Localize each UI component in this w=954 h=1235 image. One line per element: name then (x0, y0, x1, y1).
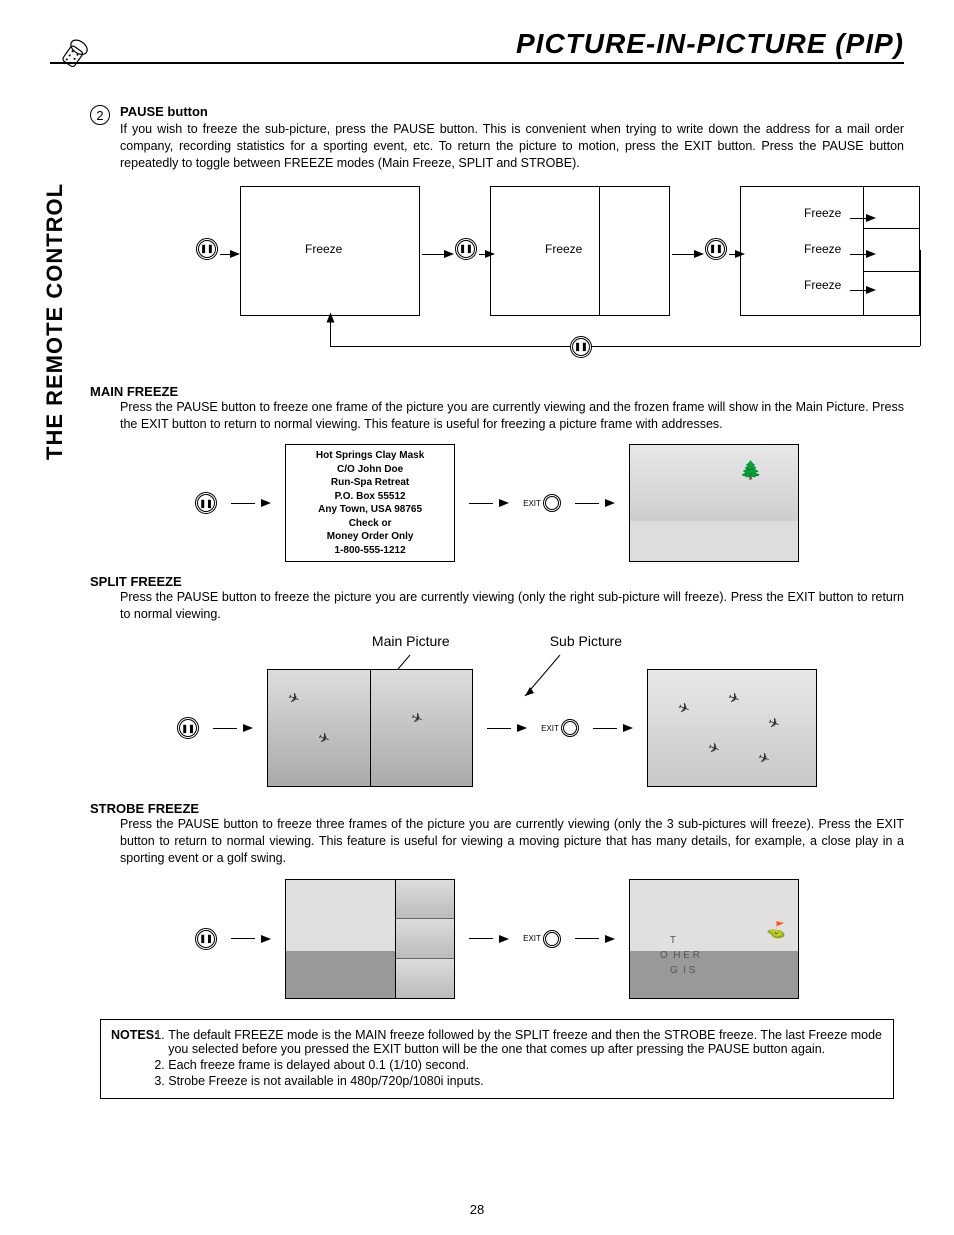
pause-icon: ❚❚ (196, 238, 218, 260)
notes-label: NOTES: (111, 1028, 158, 1042)
note-item: The default FREEZE mode is the MAIN free… (168, 1028, 883, 1056)
step-number: 2 (90, 105, 110, 125)
split-frame: ✈✈ ✈ (267, 669, 473, 787)
scene-frame: 🌲 🌲 🌲 (629, 444, 799, 562)
strobe-main (285, 879, 395, 999)
page-number: 28 (0, 1202, 954, 1217)
note-item: Each freeze frame is delayed about 0.1 (… (168, 1058, 883, 1072)
freeze-label: Freeze (545, 242, 582, 256)
pause-icon: ❚❚ (455, 238, 477, 260)
brand-logo (50, 28, 100, 81)
strobe-subframes (395, 879, 455, 999)
strobe-freeze-title: STROBE FREEZE (90, 801, 904, 816)
page-title: PICTURE-IN-PICTURE (PIP) (50, 28, 904, 64)
step-body: If you wish to freeze the sub-picture, p… (120, 121, 904, 172)
pause-icon: ❚❚ (705, 238, 727, 260)
freeze-label: Freeze (804, 278, 841, 292)
strobe-freeze-figure: ❚❚ EXIT T O H E R G I S ⛳ (90, 879, 904, 999)
scene-frame: ✈ ✈ ✈ ✈ ✈ (647, 669, 817, 787)
split-freeze-body: Press the PAUSE button to freeze the pic… (120, 589, 904, 623)
pause-icon: ❚❚ (570, 336, 592, 358)
main-freeze-figure: ❚❚ Hot Springs Clay Mask C/O John Doe Ru… (90, 444, 904, 562)
pause-icon: ❚❚ (195, 492, 217, 514)
exit-icon: EXIT (523, 930, 561, 948)
notes-box: NOTES: The default FREEZE mode is the MA… (100, 1019, 894, 1099)
main-picture-label: Main Picture (372, 633, 450, 649)
exit-icon: EXIT (523, 494, 561, 512)
main-freeze-title: MAIN FREEZE (90, 384, 904, 399)
freeze-label: Freeze (305, 242, 342, 256)
scene-frame: T O H E R G I S ⛳ (629, 879, 799, 999)
freeze-cycle-diagram: Freeze Freeze Freeze Freeze Freeze ❚❚ (150, 186, 910, 356)
sub-picture-label: Sub Picture (550, 633, 622, 649)
freeze-label: Freeze (804, 206, 841, 220)
step-title: PAUSE button (120, 104, 904, 119)
strobe-freeze-body: Press the PAUSE button to freeze three f… (120, 816, 904, 867)
split-freeze-title: SPLIT FREEZE (90, 574, 904, 589)
exit-icon: EXIT (541, 719, 579, 737)
section-tab: THE REMOTE CONTROL (42, 183, 68, 460)
note-item: Strobe Freeze is not available in 480p/7… (168, 1074, 883, 1088)
freeze-label: Freeze (804, 242, 841, 256)
pause-icon: ❚❚ (195, 928, 217, 950)
pause-icon: ❚❚ (177, 717, 199, 739)
address-frame: Hot Springs Clay Mask C/O John Doe Run-S… (285, 444, 455, 562)
main-freeze-body: Press the PAUSE button to freeze one fra… (120, 399, 904, 433)
